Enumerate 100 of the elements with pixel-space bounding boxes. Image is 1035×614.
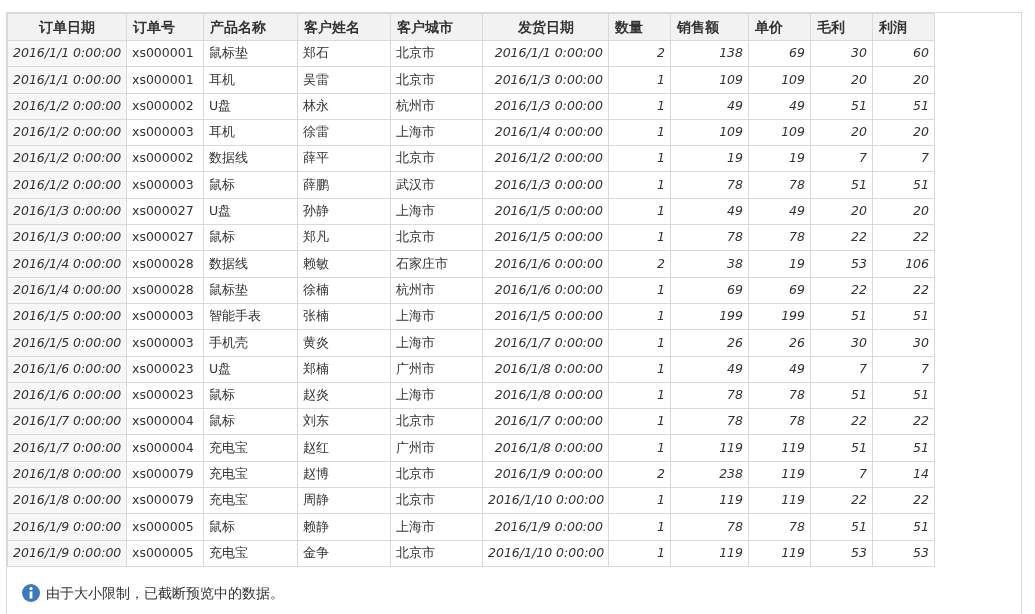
table-cell: 78 [670,382,749,409]
table-cell: xs000005 [126,513,204,541]
table-cell: 2016/1/9 0:00:00 [482,513,609,541]
table-cell: 2016/1/10 0:00:00 [482,487,609,514]
table-cell: 51 [810,513,873,541]
table-cell: 黄炎 [297,329,391,357]
table-cell: 30 [810,40,873,67]
table-cell: xs000023 [126,356,204,383]
table-cell: 20 [810,198,873,225]
table-cell: 30 [810,329,873,357]
table-cell: 2016/1/8 0:00:00 [482,434,609,462]
table-cell: 109 [748,66,811,94]
table-cell: xs000003 [126,119,204,146]
table-cell: 2016/1/3 0:00:00 [482,172,609,199]
table-cell: 19 [670,145,749,172]
table-cell: 北京市 [390,461,483,488]
table-cell: 1 [608,119,671,146]
table-cell: xs000005 [126,540,204,567]
table-cell: 7 [872,145,935,172]
column-header: 利润 [872,13,935,41]
table-cell: 49 [748,93,811,120]
table-cell: 北京市 [390,40,483,67]
table-cell: 22 [872,277,935,304]
table-cell: 1 [608,434,671,462]
table-cell: 22 [810,408,873,435]
table-cell: 119 [748,434,811,462]
table-cell: 郑石 [297,40,391,67]
table-cell: 2016/1/8 0:00:00 [7,461,127,488]
column-header: 数量 [608,13,671,41]
table-cell: 20 [810,119,873,146]
table-cell: 2 [608,250,671,278]
table-cell: 119 [748,487,811,514]
column-header: 客户城市 [390,13,483,41]
table-cell: 2016/1/2 0:00:00 [7,145,127,172]
table-cell: xs000079 [126,487,204,514]
table-cell: 199 [748,303,811,330]
table-cell: 22 [810,277,873,304]
table-cell: xs000004 [126,408,204,435]
table-cell: 孙静 [297,198,391,225]
table-cell: U盘 [203,93,298,120]
table-cell: 7 [810,145,873,172]
table-cell: 51 [872,93,935,120]
table-cell: 7 [810,461,873,488]
table-cell: 2016/1/2 0:00:00 [7,119,127,146]
table-cell: 19 [748,145,811,172]
table-cell: 1 [608,540,671,567]
table-cell: 2016/1/3 0:00:00 [7,198,127,225]
table-cell: 2016/1/9 0:00:00 [7,513,127,541]
table-cell: 2016/1/3 0:00:00 [482,66,609,94]
table-cell: 北京市 [390,408,483,435]
table-cell: 吴雷 [297,66,391,94]
table-cell: 1 [608,487,671,514]
table-cell: 51 [872,303,935,330]
table-cell: 1 [608,198,671,225]
table-cell: 2016/1/2 0:00:00 [482,145,609,172]
table-cell: 78 [748,513,811,541]
table-cell: 2016/1/7 0:00:00 [7,434,127,462]
table-cell: 赖静 [297,513,391,541]
table-cell: xs000003 [126,303,204,330]
column-header: 毛利 [810,13,873,41]
table-cell: 北京市 [390,487,483,514]
table-cell: 69 [670,277,749,304]
table-cell: 51 [872,513,935,541]
table-cell: 30 [872,329,935,357]
table-cell: xs000027 [126,224,204,251]
table-cell: 2016/1/5 0:00:00 [482,198,609,225]
table-cell: 51 [872,382,935,409]
truncation-notice: 由于大小限制，已截断预览中的数据。 [46,583,284,603]
table-cell: 20 [810,66,873,94]
table-cell: 38 [670,250,749,278]
table-cell: U盘 [203,356,298,383]
table-cell: 51 [872,434,935,462]
table-cell: xs000003 [126,329,204,357]
table-cell: 2016/1/6 0:00:00 [7,382,127,409]
table-cell: 1 [608,172,671,199]
table-cell: xs000023 [126,382,204,409]
table-cell: 2016/1/5 0:00:00 [7,303,127,330]
table-cell: xs000028 [126,277,204,304]
table-cell: 22 [872,224,935,251]
table-cell: 2016/1/5 0:00:00 [482,303,609,330]
table-cell: 上海市 [390,303,483,330]
table-cell: 2016/1/1 0:00:00 [7,40,127,67]
table-cell: 2016/1/10 0:00:00 [482,540,609,567]
table-cell: 78 [670,513,749,541]
table-cell: xs000028 [126,250,204,278]
table-cell: 49 [748,198,811,225]
table-cell: 手机壳 [203,329,298,357]
table-cell: 刘东 [297,408,391,435]
column-header: 订单号 [126,13,204,41]
table-cell: 51 [810,303,873,330]
table-cell: 138 [670,40,749,67]
table-cell: 郑凡 [297,224,391,251]
table-cell: 上海市 [390,329,483,357]
info-icon [22,584,40,603]
table-cell: 1 [608,303,671,330]
table-cell: 2016/1/7 0:00:00 [482,329,609,357]
table-cell: 智能手表 [203,303,298,330]
table-cell: 119 [670,434,749,462]
table-cell: 北京市 [390,145,483,172]
table-cell: 赵炎 [297,382,391,409]
